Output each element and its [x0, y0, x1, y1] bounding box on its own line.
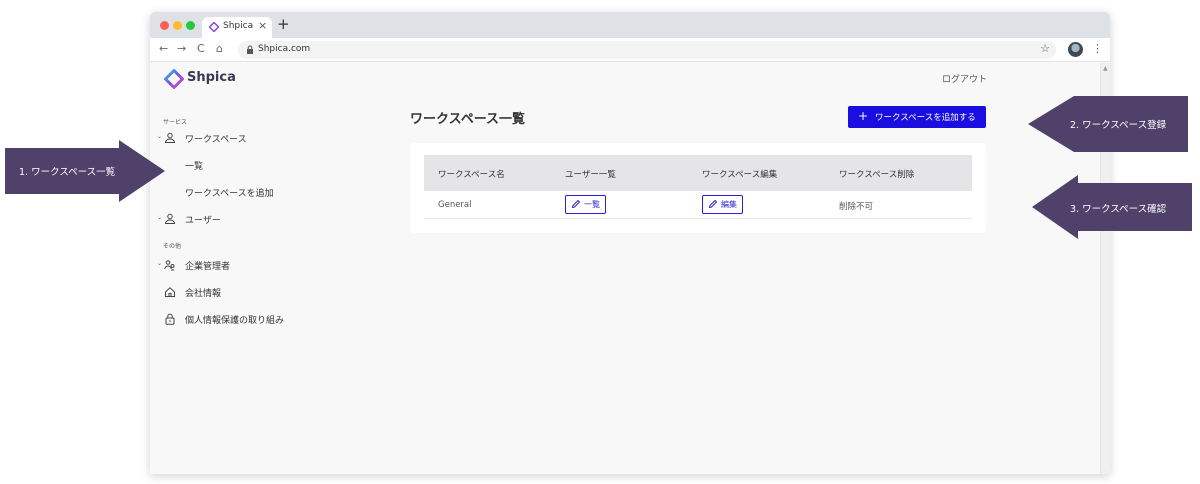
- user-icon: [164, 132, 176, 143]
- workspace-name: General: [438, 200, 472, 210]
- chevron-down-icon: ⌄: [157, 133, 163, 140]
- lock-icon: [247, 45, 253, 54]
- browser-toolbar: ← → C ⌂ Shpica.com ☆ ⋮: [150, 38, 1110, 62]
- scroll-up-icon[interactable]: ▲: [1103, 65, 1108, 72]
- plus-icon: +: [858, 109, 869, 123]
- lock-icon: [165, 313, 175, 325]
- sidebar-item-label: ワークスペース: [185, 135, 247, 145]
- add-workspace-button[interactable]: + ワークスペースを追加する: [848, 106, 986, 128]
- url-text: Shpica.com: [258, 44, 311, 54]
- logout-link[interactable]: ログアウト: [942, 72, 987, 85]
- shpica-logo-icon: [164, 69, 184, 89]
- delete-status: 削除不可: [839, 202, 874, 212]
- chevron-down-icon: ⌄: [157, 214, 163, 221]
- edit-workspace-button-label: 編集: [721, 200, 737, 209]
- column-header-edit: ワークスペース編集: [702, 170, 778, 180]
- callout-text-1: 1. ワークスペース一覧: [19, 167, 116, 178]
- callout-text-3: 3. ワークスペース確認: [1070, 204, 1167, 215]
- app-content: Shpica ログアウト ▲ サービス ⌄ ワークスペース 一覧 ワークスペース…: [150, 63, 1110, 474]
- sidebar-item-workspace-add[interactable]: ワークスペースを追加: [185, 186, 274, 199]
- user-list-button-label: 一覧: [584, 200, 600, 209]
- sidebar-section-other: その他: [163, 243, 182, 250]
- new-tab-button[interactable]: +: [277, 16, 290, 32]
- sidebar-item-label: 会社情報: [185, 289, 222, 299]
- reload-icon[interactable]: C: [197, 42, 205, 56]
- shpica-favicon-icon: [209, 22, 219, 32]
- forward-icon[interactable]: →: [177, 42, 186, 56]
- minimize-window-button[interactable]: [173, 21, 182, 30]
- tab-close-icon[interactable]: ×: [258, 19, 267, 32]
- sidebar-section-service: サービス: [163, 119, 188, 126]
- column-header-name: ワークスペース名: [438, 170, 505, 180]
- address-bar[interactable]: Shpica.com ☆: [238, 41, 1056, 59]
- profile-avatar[interactable]: [1068, 42, 1083, 57]
- column-header-delete: ワークスペース削除: [839, 170, 915, 180]
- browser-titlebar: Shpica × +: [150, 12, 1110, 38]
- maximize-window-button[interactable]: [186, 21, 195, 30]
- add-workspace-label: ワークスペースを追加する: [875, 113, 976, 123]
- pencil-icon: [571, 199, 581, 209]
- home-icon[interactable]: ⌂: [216, 42, 223, 56]
- callout-workspace-register: 2. ワークスペース登録: [1028, 96, 1188, 152]
- pencil-icon: [708, 199, 718, 209]
- sidebar-item-label: ユーザー: [185, 216, 221, 226]
- user-icon: [164, 213, 176, 224]
- page-title: ワークスペース一覧: [410, 112, 526, 127]
- table-row: General 一覧 編集 削除不可: [424, 191, 972, 219]
- callout-workspace-list: 1. ワークスペース一覧: [5, 140, 165, 202]
- workspace-table-card: ワークスペース名 ユーザー一覧 ワークスペース編集 ワークスペース削除 Gene…: [410, 143, 986, 233]
- sidebar-item-workspace-list[interactable]: 一覧: [185, 159, 203, 172]
- home-icon: [165, 287, 175, 297]
- users-icon: [164, 260, 175, 271]
- callout-text-2: 2. ワークスペース登録: [1070, 120, 1167, 131]
- browser-menu-icon[interactable]: ⋮: [1092, 42, 1103, 56]
- browser-tab[interactable]: Shpica ×: [202, 17, 272, 38]
- sidebar-item-label: 企業管理者: [185, 262, 231, 272]
- close-window-button[interactable]: [160, 21, 169, 30]
- table-header: ワークスペース名 ユーザー一覧 ワークスペース編集 ワークスペース削除: [424, 155, 972, 191]
- user-list-button[interactable]: 一覧: [565, 195, 606, 214]
- chevron-down-icon: ⌄: [157, 260, 163, 267]
- tab-title: Shpica: [223, 21, 254, 31]
- sidebar-item-label: 個人情報保護の取り組み: [185, 316, 285, 326]
- browser-window: Shpica × + ← → C ⌂ Shpica.com ☆ ⋮ Shpica…: [150, 12, 1110, 474]
- logo-text: Shpica: [187, 70, 236, 85]
- bookmark-star-icon[interactable]: ☆: [1040, 42, 1050, 55]
- callout-workspace-confirm: 3. ワークスペース確認: [1032, 175, 1192, 239]
- column-header-users: ユーザー一覧: [565, 170, 616, 180]
- back-icon[interactable]: ←: [159, 42, 168, 56]
- edit-workspace-button[interactable]: 編集: [702, 195, 743, 214]
